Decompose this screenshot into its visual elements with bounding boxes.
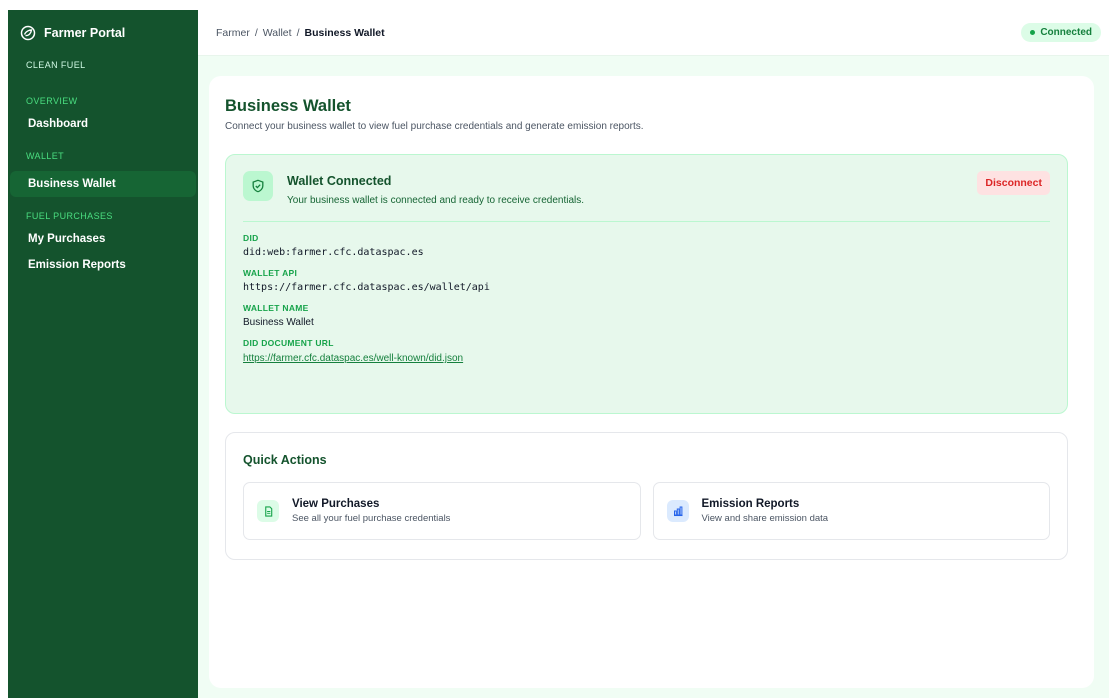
divider — [243, 221, 1050, 222]
wallet-api-value: https://farmer.cfc.dataspac.es/wallet/ap… — [243, 282, 490, 293]
leaf-logo-icon — [20, 25, 36, 41]
sidebar-item-emission-reports[interactable]: Emission Reports — [10, 252, 196, 278]
view-purchases-desc: See all your fuel purchase credentials — [292, 513, 451, 524]
disconnect-button[interactable]: Disconnect — [977, 171, 1050, 195]
topbar: Farmer / Wallet / Business Wallet Connec… — [198, 10, 1109, 56]
wallet-status-description: Your business wallet is connected and re… — [287, 195, 585, 206]
shield-check-icon — [243, 171, 273, 201]
emission-reports-action[interactable]: Emission Reports View and share emission… — [652, 482, 1050, 540]
did-document-url-link[interactable]: https://farmer.cfc.dataspac.es/well-know… — [243, 353, 463, 364]
section-label-fuel-purchases: FUEL PURCHASES — [26, 211, 113, 221]
brand[interactable]: Farmer Portal — [8, 10, 198, 56]
wallet-api-label: WALLET API — [243, 268, 298, 278]
page-title: Business Wallet — [225, 97, 351, 115]
document-icon — [257, 500, 279, 522]
wallet-status-title: Wallet Connected — [287, 174, 392, 188]
wallet-panel-header: Wallet Connected Your business wallet is… — [243, 171, 1050, 206]
status-dot-icon — [1030, 30, 1036, 35]
section-label-wallet: WALLET — [26, 151, 65, 161]
breadcrumb-separator: / — [254, 26, 258, 39]
wallet-name-label: WALLET NAME — [243, 303, 309, 313]
status-badge: Connected — [1021, 23, 1101, 42]
wallet-connected-panel: Wallet Connected Your business wallet is… — [225, 154, 1068, 414]
bar-chart-icon — [666, 500, 689, 522]
breadcrumb-wallet[interactable]: Wallet — [263, 27, 292, 39]
quick-actions-grid: View Purchases See all your fuel purchas… — [243, 482, 1050, 540]
status-text: Connected — [1040, 27, 1092, 38]
breadcrumb-separator: / — [296, 26, 300, 39]
section-label-overview: OVERVIEW — [26, 96, 78, 106]
emission-reports-title: Emission Reports — [701, 498, 800, 510]
sidebar-item-business-wallet[interactable]: Business Wallet — [10, 171, 196, 197]
sidebar: Farmer Portal CLEAN FUEL OVERVIEW Dashbo… — [8, 10, 198, 698]
did-document-url-label: DID DOCUMENT URL — [243, 338, 334, 348]
page-subtitle: Connect your business wallet to view fue… — [225, 121, 644, 132]
view-purchases-action[interactable]: View Purchases See all your fuel purchas… — [243, 482, 641, 540]
content-card: Business Wallet Connect your business wa… — [209, 76, 1094, 688]
did-label: DID — [243, 233, 259, 243]
did-value: did:web:farmer.cfc.dataspac.es — [243, 247, 424, 258]
quick-actions-title: Quick Actions — [243, 453, 327, 467]
emission-reports-desc: View and share emission data — [701, 513, 829, 524]
quick-actions-panel: Quick Actions View Purchases See all you… — [225, 432, 1068, 560]
sidebar-item-dashboard[interactable]: Dashboard — [10, 111, 196, 137]
view-purchases-title: View Purchases — [292, 498, 380, 510]
breadcrumb: Farmer / Wallet / Business Wallet — [216, 27, 385, 39]
wallet-name-value: Business Wallet — [243, 317, 314, 328]
program-label: CLEAN FUEL — [26, 60, 86, 70]
sidebar-item-my-purchases[interactable]: My Purchases — [10, 226, 196, 252]
brand-name: Farmer Portal — [44, 26, 126, 40]
breadcrumb-farmer[interactable]: Farmer — [216, 27, 250, 39]
breadcrumb-current: Business Wallet — [304, 26, 385, 39]
